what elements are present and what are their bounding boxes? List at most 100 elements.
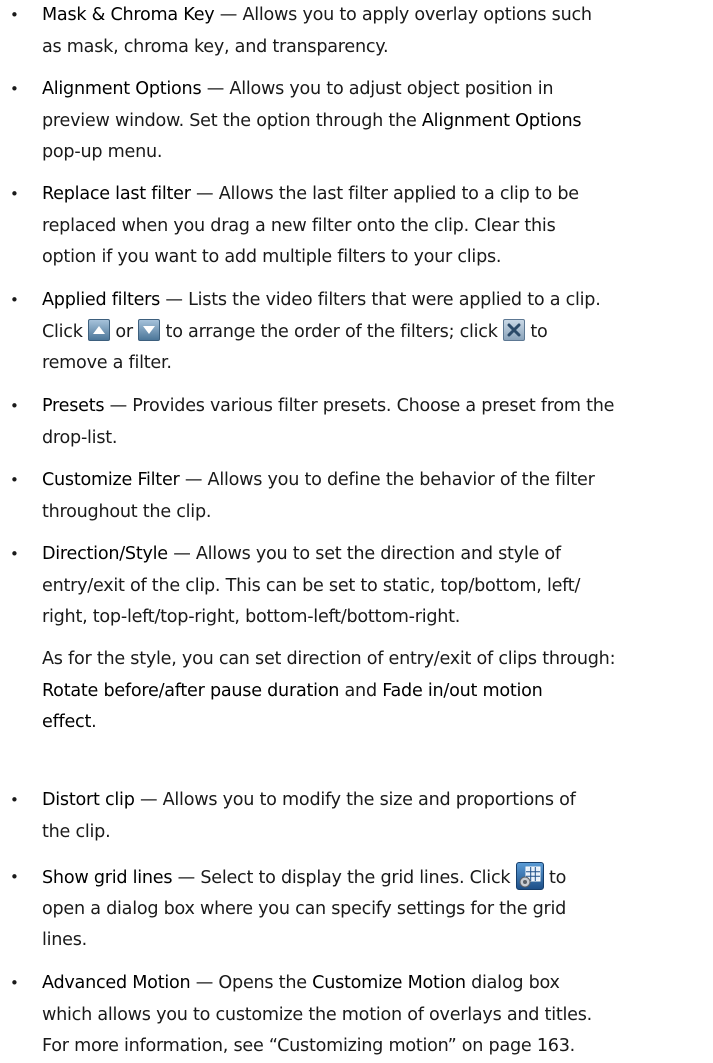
text-line: Mask & Chroma Key — Allows you to apply … — [42, 0, 707, 32]
body-text: — Lists the video filters that were appl… — [160, 290, 601, 310]
body-text: to — [543, 868, 567, 888]
text-line: Customize Filter — Allows you to define … — [42, 465, 707, 497]
body-text: — Allows you to define the behavior of t… — [179, 470, 595, 490]
bullet-icon: • — [10, 185, 19, 203]
body-text: — Opens the — [190, 973, 313, 993]
text-line: drop-list. — [42, 423, 707, 455]
body-text: As for the style, you can set direction … — [42, 649, 616, 669]
term-label: Applied filters — [42, 290, 161, 310]
bullet-icon: • — [10, 80, 19, 98]
body-text: to arrange the order of the filters; cli… — [160, 321, 504, 342]
body-text: as mask, chroma key, and transparency. — [42, 36, 389, 57]
arrow-down-icon[interactable] — [138, 318, 161, 341]
body-text: drop-list. — [42, 427, 118, 448]
text-line: Alignment Options — Allows you to adjust… — [42, 74, 707, 106]
item-text: Distort clip — Allows you to modify the … — [42, 785, 707, 848]
body-text: to — [525, 321, 548, 342]
bullet-icon: • — [10, 6, 19, 24]
arrow-up-icon[interactable] — [88, 318, 111, 341]
item-text: Replace last filter — Allows the last fi… — [42, 179, 707, 274]
text-line: remove a filter. — [42, 348, 707, 380]
term-label: Rotate before/after pause duration — [42, 680, 340, 701]
term-label: Show grid lines — [42, 868, 173, 888]
body-text: dialog box — [465, 973, 560, 993]
body-text: remove a filter. — [42, 353, 172, 373]
term-label: Distort clip — [42, 790, 135, 810]
body-text: lines. — [42, 930, 88, 950]
body-text: right, top-left/top-right, bottom-left/b… — [42, 607, 461, 627]
text-line: entry/exit of the clip. This can be set … — [42, 571, 707, 603]
body-text: throughout the clip. — [42, 501, 212, 522]
item-text: Presets — Provides various filter preset… — [42, 391, 707, 454]
body-text: Click — [42, 321, 89, 342]
body-text: or — [110, 321, 139, 342]
term-label: Direction/Style — [42, 544, 168, 564]
text-line: right, top-left/top-right, bottom-left/b… — [42, 602, 707, 634]
text-line: throughout the clip. — [42, 497, 707, 529]
item-continuation-text: As for the style, you can set direction … — [42, 644, 707, 739]
body-text: — Allows the last filter applied to a cl… — [190, 184, 579, 204]
term-label: Presets — [42, 396, 105, 416]
item-text: Alignment Options — Allows you to adjust… — [42, 74, 707, 169]
body-text: the clip. — [42, 821, 111, 842]
body-text: replaced when you drag a new filter onto… — [42, 215, 556, 236]
text-line: Direction/Style — Allows you to set the … — [42, 539, 707, 571]
term-label: Customize Motion — [312, 973, 466, 993]
item-text: Mask & Chroma Key — Allows you to apply … — [42, 0, 707, 63]
bullet-icon: • — [10, 397, 19, 415]
text-line: the clip. — [42, 817, 707, 849]
term-label: Mask & Chroma Key — [42, 5, 215, 25]
bullet-icon: • — [10, 291, 19, 309]
bullet-icon: • — [10, 471, 19, 489]
body-text: entry/exit of the clip. This can be set … — [42, 575, 581, 596]
item-text: Advanced Motion — Opens the Customize Mo… — [42, 968, 707, 1063]
text-line: which allows you to customize the motion… — [42, 1000, 707, 1032]
term-label: Alignment Options — [42, 79, 202, 99]
body-text: pop-up menu. — [42, 142, 163, 162]
bullet-icon: • — [10, 545, 19, 563]
text-line: Show grid lines — Select to display the … — [42, 862, 707, 894]
term-label: Fade in/out motion — [382, 680, 543, 701]
text-line: open a dialog box where you can specify … — [42, 894, 707, 926]
text-line: option if you want to add multiple filte… — [42, 242, 707, 274]
body-text: — Select to display the grid lines. Clic… — [172, 868, 516, 888]
text-line: Distort clip — Allows you to modify the … — [42, 785, 707, 817]
body-text: — Provides various filter presets. Choos… — [104, 396, 615, 416]
text-line: Presets — Provides various filter preset… — [42, 391, 707, 423]
item-text: Applied filters — Lists the video filter… — [42, 285, 707, 380]
body-text: option if you want to add multiple filte… — [42, 247, 502, 267]
body-text: open a dialog box where you can specify … — [42, 898, 567, 919]
body-text: For more information, see “Customizing m… — [42, 1036, 576, 1056]
term-label: Customize Filter — [42, 470, 180, 490]
term-label: Advanced Motion — [42, 973, 191, 993]
text-line: pop-up menu. — [42, 137, 707, 169]
text-line: Replace last filter — Allows the last fi… — [42, 179, 707, 211]
text-line: preview window. Set the option through t… — [42, 106, 707, 138]
body-text: and — [339, 680, 383, 701]
document-page: • Mask & Chroma Key — Allows you to apply… — [0, 0, 713, 1056]
body-text: — Allows you to apply overlay options su… — [214, 5, 592, 25]
grid-settings-icon[interactable] — [515, 862, 544, 890]
close-icon[interactable] — [503, 318, 526, 341]
text-line: effect. — [42, 707, 707, 739]
body-text: preview window. Set the option through t… — [42, 110, 422, 131]
item-text: Direction/Style — Allows you to set the … — [42, 539, 707, 634]
text-line: as mask, chroma key, and transparency. — [42, 32, 707, 64]
term-label: Replace last filter — [42, 184, 191, 204]
bullet-icon: • — [10, 974, 19, 992]
text-line: Applied filters — Lists the video filter… — [42, 285, 707, 317]
bullet-icon: • — [10, 791, 19, 809]
text-line: As for the style, you can set direction … — [42, 644, 707, 676]
body-text: — Allows you to set the direction and st… — [167, 544, 561, 564]
item-text: Show grid lines — Select to display the … — [42, 862, 707, 957]
body-text: — Allows you to modify the size and prop… — [134, 790, 576, 810]
body-text: which allows you to customize the motion… — [42, 1004, 592, 1025]
text-line: lines. — [42, 925, 707, 957]
item-text: Customize Filter — Allows you to define … — [42, 465, 707, 528]
body-text: — Allows you to adjust object position i… — [201, 79, 554, 99]
term-label: effect — [42, 712, 92, 732]
text-line: Advanced Motion — Opens the Customize Mo… — [42, 968, 707, 1000]
text-line: replaced when you drag a new filter onto… — [42, 211, 707, 243]
text-line: Rotate before/after pause duration and F… — [42, 676, 707, 708]
term-label: Alignment Options — [421, 110, 582, 131]
